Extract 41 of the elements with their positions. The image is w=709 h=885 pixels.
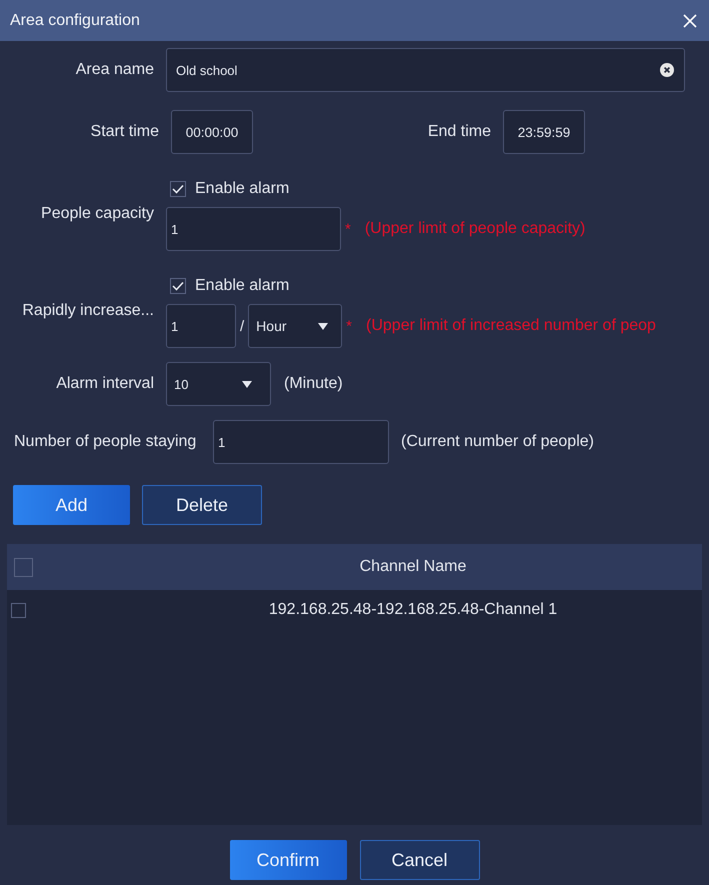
required-mark: * <box>346 318 352 334</box>
end-time-field[interactable]: 23:59:59 <box>503 110 585 154</box>
window-title: Area configuration <box>10 12 140 30</box>
capacity-field[interactable]: 1 <box>166 207 341 251</box>
delete-button[interactable]: Delete <box>142 485 262 525</box>
field-label: People capacity <box>40 204 154 224</box>
select-all-checkbox[interactable] <box>14 558 33 576</box>
separator-text: / <box>240 318 244 334</box>
field-label: Area name <box>74 61 154 79</box>
area-name-field[interactable]: Old school <box>166 48 685 92</box>
column-header[interactable]: Channel Name <box>124 558 702 576</box>
interval-dropdown[interactable]: 10 <box>166 362 271 406</box>
field-label: Number of people staying <box>13 433 198 451</box>
checkbox-label: Enable alarm <box>195 180 290 198</box>
staying-field[interactable]: 1 <box>213 420 389 464</box>
add-button[interactable]: Add <box>13 485 130 525</box>
checkbox[interactable] <box>170 278 186 294</box>
close-icon[interactable] <box>683 14 697 28</box>
unit-text: (Minute) <box>284 375 343 393</box>
checkmark-icon <box>172 281 184 291</box>
hint-text: (Upper limit of people capacity) <box>364 220 586 238</box>
checkbox[interactable] <box>170 181 186 197</box>
clear-icon[interactable] <box>660 63 674 77</box>
cancel-button[interactable]: Cancel <box>360 840 480 880</box>
increase-field[interactable]: 1 <box>166 304 236 348</box>
field-label: Start time <box>90 123 159 141</box>
row-checkbox[interactable] <box>11 602 26 618</box>
hint-text: (Upper limit of increased number of peop <box>366 317 656 335</box>
hint-text: (Current number of people) <box>401 433 594 451</box>
field-label: End time <box>426 123 491 141</box>
caret-icon <box>318 322 328 330</box>
start-time-field[interactable]: 00:00:00 <box>171 110 253 154</box>
confirm-button[interactable]: Confirm <box>230 840 346 880</box>
checkmark-icon <box>172 184 184 194</box>
caret-icon <box>242 380 252 388</box>
table-cell-text: 192.168.25.48-192.168.25.48-Channel 1 <box>268 601 558 619</box>
field-label: Alarm interval <box>55 375 154 393</box>
checkbox-label: Enable alarm <box>195 277 290 295</box>
period-dropdown[interactable]: Hour <box>248 304 342 348</box>
field-label: Rapidly increase... <box>21 301 154 321</box>
required-mark: * <box>345 220 351 238</box>
